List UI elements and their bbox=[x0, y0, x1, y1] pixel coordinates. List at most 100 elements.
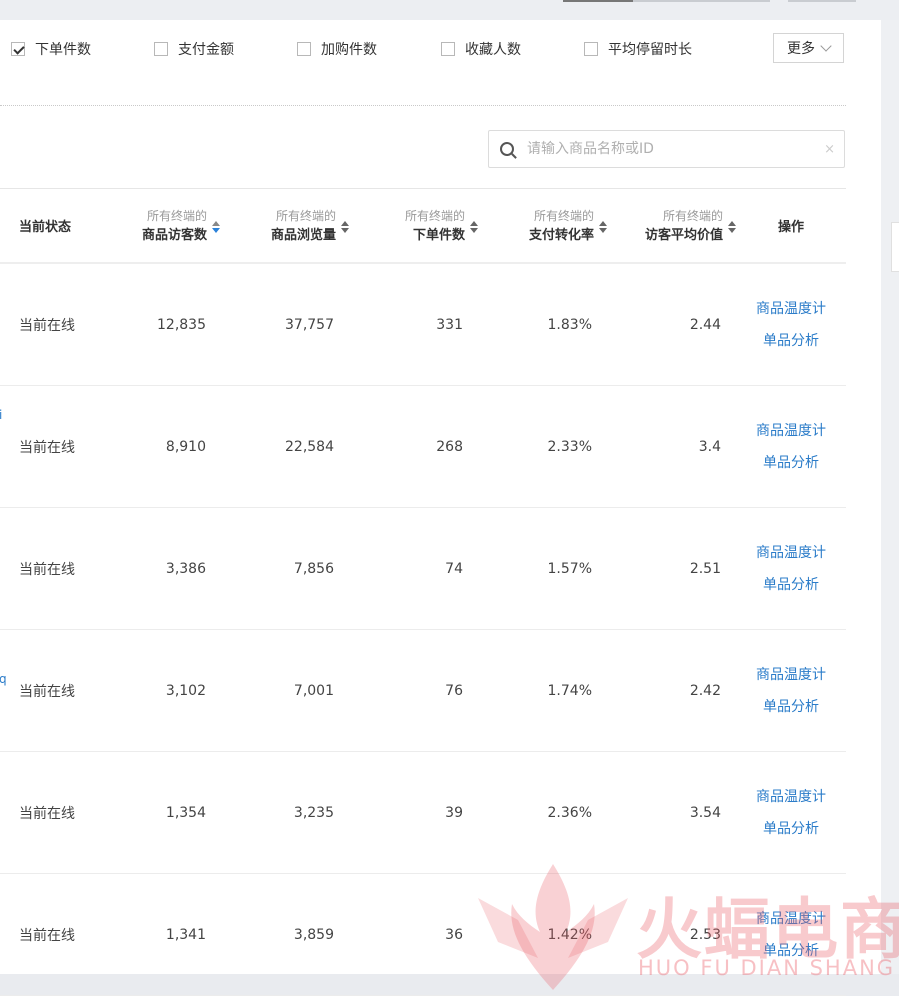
sort-icon[interactable] bbox=[728, 220, 736, 233]
visitors-cell: 12,835 bbox=[157, 316, 206, 333]
status-cell: 当前在线 bbox=[19, 683, 75, 700]
sort-icon[interactable] bbox=[470, 220, 478, 233]
product-thermometer-link[interactable]: 商品温度计 bbox=[756, 293, 826, 325]
avg_value-cell: 3.54 bbox=[689, 804, 721, 821]
orders-cell: 268 bbox=[436, 438, 463, 455]
single-product-analysis-link[interactable]: 单品分析 bbox=[763, 691, 819, 723]
header-actions: 操作 bbox=[745, 189, 837, 262]
status-cell: 当前在线 bbox=[19, 927, 75, 944]
header-label-top: 所有终端的 bbox=[533, 208, 594, 223]
divider bbox=[0, 105, 846, 106]
checkbox[interactable] bbox=[297, 42, 311, 56]
conversion-cell: 1.42% bbox=[547, 926, 592, 943]
header-label-bottom: 访客平均价值 bbox=[644, 227, 723, 243]
orders-cell: 39 bbox=[445, 804, 463, 821]
more-metrics-button[interactable]: 更多 bbox=[773, 33, 844, 63]
chevron-down-icon bbox=[820, 40, 832, 52]
metric-option-payment-amount[interactable]: 支付金额 bbox=[154, 40, 234, 58]
visitors-cell: 1,354 bbox=[165, 804, 206, 821]
single-product-analysis-link[interactable]: 单品分析 bbox=[763, 813, 819, 845]
header-label-bottom: 商品浏览量 bbox=[270, 227, 336, 243]
actions-cell: 商品温度计 单品分析 bbox=[745, 508, 837, 629]
table-row: 当前在线 1,341 3,859 36 1.42% 2.53 商品温度计 单品分析 bbox=[0, 874, 846, 996]
metric-option-avg-stay[interactable]: 平均停留时长 bbox=[584, 40, 692, 58]
visitors-cell: 3,102 bbox=[165, 682, 206, 699]
metric-option-cart-adds[interactable]: 加购件数 bbox=[297, 40, 377, 58]
content-panel: 下单件数 支付金额 加购件数 收藏人数 平均停留时长 更多 × bbox=[0, 20, 899, 996]
side-handle[interactable] bbox=[891, 222, 899, 272]
product-search-box[interactable]: × bbox=[488, 130, 845, 168]
truncated-product-link[interactable]: i bbox=[0, 408, 2, 422]
views-cell: 22,584 bbox=[285, 438, 334, 455]
avg_value-cell: 3.4 bbox=[698, 438, 721, 455]
orders-cell: 74 bbox=[445, 560, 463, 577]
status-cell: 当前在线 bbox=[19, 561, 75, 578]
search-icon bbox=[500, 142, 514, 156]
sort-icon[interactable] bbox=[599, 220, 607, 233]
header-label-top: 所有终端的 bbox=[404, 208, 465, 223]
orders-cell: 331 bbox=[436, 316, 463, 333]
actions-cell: 商品温度计 单品分析 bbox=[745, 752, 837, 873]
truncated-product-link[interactable]: q bbox=[0, 672, 7, 686]
conversion-cell: 1.83% bbox=[547, 316, 592, 333]
single-product-analysis-link[interactable]: 单品分析 bbox=[763, 447, 819, 479]
single-product-analysis-link[interactable]: 单品分析 bbox=[763, 325, 819, 357]
search-input[interactable] bbox=[525, 140, 825, 158]
header-label-bottom: 支付转化率 bbox=[528, 227, 594, 243]
metric-option-label: 平均停留时长 bbox=[608, 42, 692, 58]
header-label-bottom: 商品访客数 bbox=[141, 227, 207, 243]
metric-option-favorites[interactable]: 收藏人数 bbox=[441, 40, 521, 58]
header-views[interactable]: 所有终端的 商品浏览量 bbox=[271, 189, 349, 262]
metric-option-label: 收藏人数 bbox=[465, 42, 521, 58]
metric-option-label: 支付金额 bbox=[178, 42, 234, 58]
table-header: 当前状态 所有终端的 商品访客数 所有终端的 商品浏览量 所有终端的 下单件数 … bbox=[0, 188, 846, 264]
sort-icon[interactable] bbox=[341, 220, 349, 233]
product-thermometer-link[interactable]: 商品温度计 bbox=[756, 781, 826, 813]
header-label: 所有终端的 商品访客数 bbox=[142, 206, 207, 246]
views-cell: 3,235 bbox=[293, 804, 334, 821]
status-cell: 当前在线 bbox=[19, 439, 75, 456]
checkbox[interactable] bbox=[441, 42, 455, 56]
views-cell: 7,001 bbox=[293, 682, 334, 699]
metric-option-orders[interactable]: 下单件数 bbox=[11, 40, 91, 58]
table-row: q 当前在线 3,102 7,001 76 1.74% 2.42 商品温度计 单品分析 bbox=[0, 630, 846, 752]
checkbox-checked[interactable] bbox=[11, 42, 25, 56]
single-product-analysis-link[interactable]: 单品分析 bbox=[763, 569, 819, 601]
checkbox[interactable] bbox=[154, 42, 168, 56]
header-label: 所有终端的 商品浏览量 bbox=[271, 206, 336, 246]
visitors-cell: 1,341 bbox=[165, 926, 206, 943]
header-label-top: 所有终端的 bbox=[146, 208, 207, 223]
header-label: 所有终端的 支付转化率 bbox=[529, 206, 594, 246]
status-cell: 当前在线 bbox=[19, 317, 75, 334]
metric-option-label: 加购件数 bbox=[321, 42, 377, 58]
table-row: 当前在线 1,354 3,235 39 2.36% 3.54 商品温度计 单品分析 bbox=[0, 752, 846, 874]
header-label-top: 所有终端的 bbox=[662, 208, 723, 223]
top-tab-indicator[interactable] bbox=[788, 0, 856, 2]
more-label: 更多 bbox=[787, 41, 815, 57]
product-thermometer-link[interactable]: 商品温度计 bbox=[756, 537, 826, 569]
product-thermometer-link[interactable]: 商品温度计 bbox=[756, 659, 826, 691]
clear-icon[interactable]: × bbox=[824, 142, 835, 157]
avg_value-cell: 2.42 bbox=[689, 682, 721, 699]
header-label-bottom: 下单件数 bbox=[412, 227, 465, 243]
checkbox[interactable] bbox=[584, 42, 598, 56]
header-conversion[interactable]: 所有终端的 支付转化率 bbox=[529, 189, 607, 262]
table-row: 当前在线 12,835 37,757 331 1.83% 2.44 商品温度计 单品分析 bbox=[0, 264, 846, 386]
sort-icon[interactable] bbox=[212, 220, 220, 233]
header-label: 当前状态 bbox=[19, 220, 72, 235]
product-thermometer-link[interactable]: 商品温度计 bbox=[756, 415, 826, 447]
product-thermometer-link[interactable]: 商品温度计 bbox=[756, 903, 826, 935]
top-tab-indicator-active[interactable] bbox=[563, 0, 633, 2]
avg_value-cell: 2.51 bbox=[689, 560, 721, 577]
header-label: 所有终端的 访客平均价值 bbox=[645, 206, 723, 246]
table-row: i 当前在线 8,910 22,584 268 2.33% 3.4 商品温度计 单品分析 bbox=[0, 386, 846, 508]
actions-cell: 商品温度计 单品分析 bbox=[745, 386, 837, 507]
header-visitors[interactable]: 所有终端的 商品访客数 bbox=[142, 189, 220, 262]
visitors-cell: 3,386 bbox=[165, 560, 206, 577]
header-label: 所有终端的 下单件数 bbox=[405, 206, 465, 246]
header-avg-value[interactable]: 所有终端的 访客平均价值 bbox=[645, 189, 736, 262]
avg_value-cell: 2.44 bbox=[689, 316, 721, 333]
single-product-analysis-link[interactable]: 单品分析 bbox=[763, 935, 819, 967]
top-tab-indicator[interactable] bbox=[633, 0, 770, 2]
header-orders[interactable]: 所有终端的 下单件数 bbox=[405, 189, 478, 262]
